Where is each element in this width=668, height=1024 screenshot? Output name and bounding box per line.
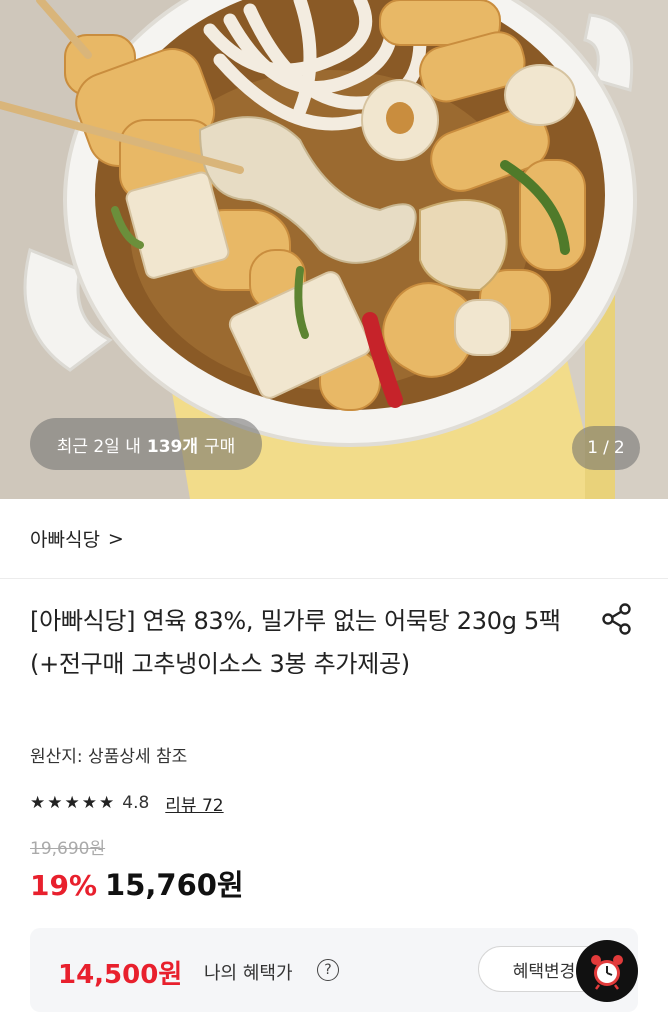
star-rating: ★ ★ ★ ★ ★ <box>30 792 115 813</box>
rating-value: 4.8 <box>122 793 150 813</box>
alarm-clock-button[interactable] <box>576 940 638 1002</box>
original-price: 19,690원 <box>30 839 106 859</box>
page-total: 2 <box>613 438 625 458</box>
image-page-indicator: 1 / 2 <box>572 426 640 470</box>
purchase-badge-suffix: 구매 <box>204 436 236 457</box>
purchase-badge-count: 139개 <box>146 436 199 457</box>
share-icon[interactable] <box>598 600 636 638</box>
chevron-right-icon: > <box>107 527 124 550</box>
recent-purchase-badge: 최근 2일 내 139개 구매 <box>30 418 262 470</box>
store-link[interactable]: 아빠식당 > <box>0 499 668 579</box>
star-icon: ★ <box>30 792 46 813</box>
rating-row: ★ ★ ★ ★ ★ 4.8 리뷰 72 <box>30 790 224 816</box>
star-icon: ★ <box>47 792 63 813</box>
question-icon[interactable]: ? <box>317 959 339 981</box>
price-row: 19% 15,760원 <box>30 862 244 904</box>
star-icon: ★ <box>81 792 97 813</box>
product-image[interactable]: 최근 2일 내 139개 구매 1 / 2 <box>0 0 668 499</box>
review-count-link[interactable]: 리뷰 72 <box>165 791 223 816</box>
page-separator: / <box>603 438 609 458</box>
benefit-label: 나의 혜택가 <box>204 963 293 984</box>
sale-price: 15,760원 <box>105 868 244 902</box>
purchase-badge-prefix: 최근 2일 내 <box>56 436 141 457</box>
benefit-price-box: 14,500원 나의 혜택가 ? 혜택변경 <box>30 928 638 1012</box>
star-icon: ★ <box>99 792 115 813</box>
store-name[interactable]: 아빠식당 <box>30 525 100 552</box>
alarm-clock-icon <box>591 955 623 990</box>
product-title: [아빠식당] 연육 83%, 밀가루 없는 어묵탕 230g 5팩 (+전구매 … <box>30 607 561 678</box>
origin-info: 원산지: 상품상세 참조 <box>30 747 188 767</box>
discount-rate: 19% <box>30 869 98 902</box>
star-icon: ★ <box>64 792 80 813</box>
page-current: 1 <box>587 438 599 458</box>
benefit-price: 14,500원 <box>58 960 183 990</box>
